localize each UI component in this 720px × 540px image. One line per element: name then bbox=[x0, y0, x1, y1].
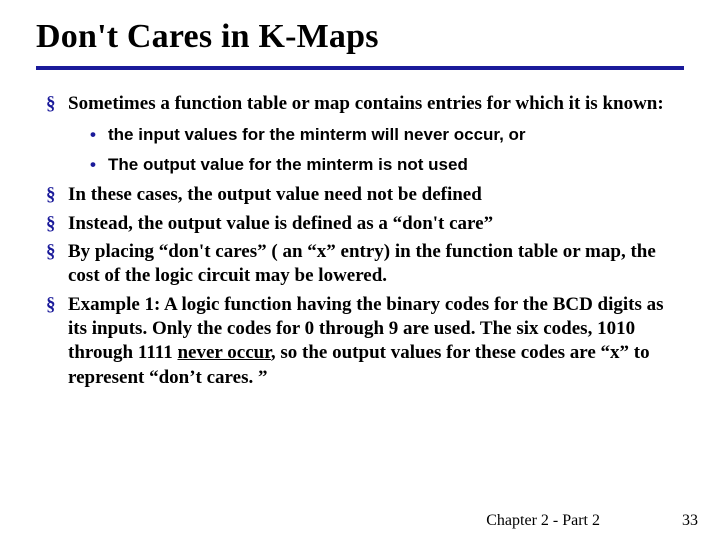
footer-chapter: Chapter 2 - Part 2 bbox=[486, 512, 600, 530]
sub-bullet-item: the input values for the minterm will ne… bbox=[90, 122, 684, 148]
slide: Don't Cares in K-Maps Sometimes a functi… bbox=[0, 0, 720, 390]
sub-bullet-text: the input values for the minterm will ne… bbox=[108, 125, 526, 144]
bullet-text: Sometimes a function table or map contai… bbox=[68, 93, 664, 114]
bullet-item: Sometimes a function table or map contai… bbox=[46, 92, 684, 177]
footer-page-number: 33 bbox=[682, 512, 698, 530]
sub-bullet-text: The output value for the minterm is not … bbox=[108, 155, 468, 174]
bullet-text: By placing “don't cares” ( an “x” entry)… bbox=[68, 241, 656, 286]
bullet-list-level1: Sometimes a function table or map contai… bbox=[36, 92, 684, 390]
sub-bullet-item: The output value for the minterm is not … bbox=[90, 152, 684, 178]
slide-title: Don't Cares in K-Maps bbox=[36, 18, 684, 56]
bullet-item: In these cases, the output value need no… bbox=[46, 183, 684, 207]
bullet-list-level2: the input values for the minterm will ne… bbox=[68, 122, 684, 177]
bullet-text: Instead, the output value is defined as … bbox=[68, 213, 493, 234]
underlined-text: never occur bbox=[177, 342, 270, 363]
title-rule bbox=[36, 66, 684, 70]
bullet-text: In these cases, the output value need no… bbox=[68, 184, 482, 205]
bullet-item: Example 1: A logic function having the b… bbox=[46, 293, 684, 390]
bullet-item: Instead, the output value is defined as … bbox=[46, 212, 684, 236]
bullet-item: By placing “don't cares” ( an “x” entry)… bbox=[46, 240, 684, 289]
